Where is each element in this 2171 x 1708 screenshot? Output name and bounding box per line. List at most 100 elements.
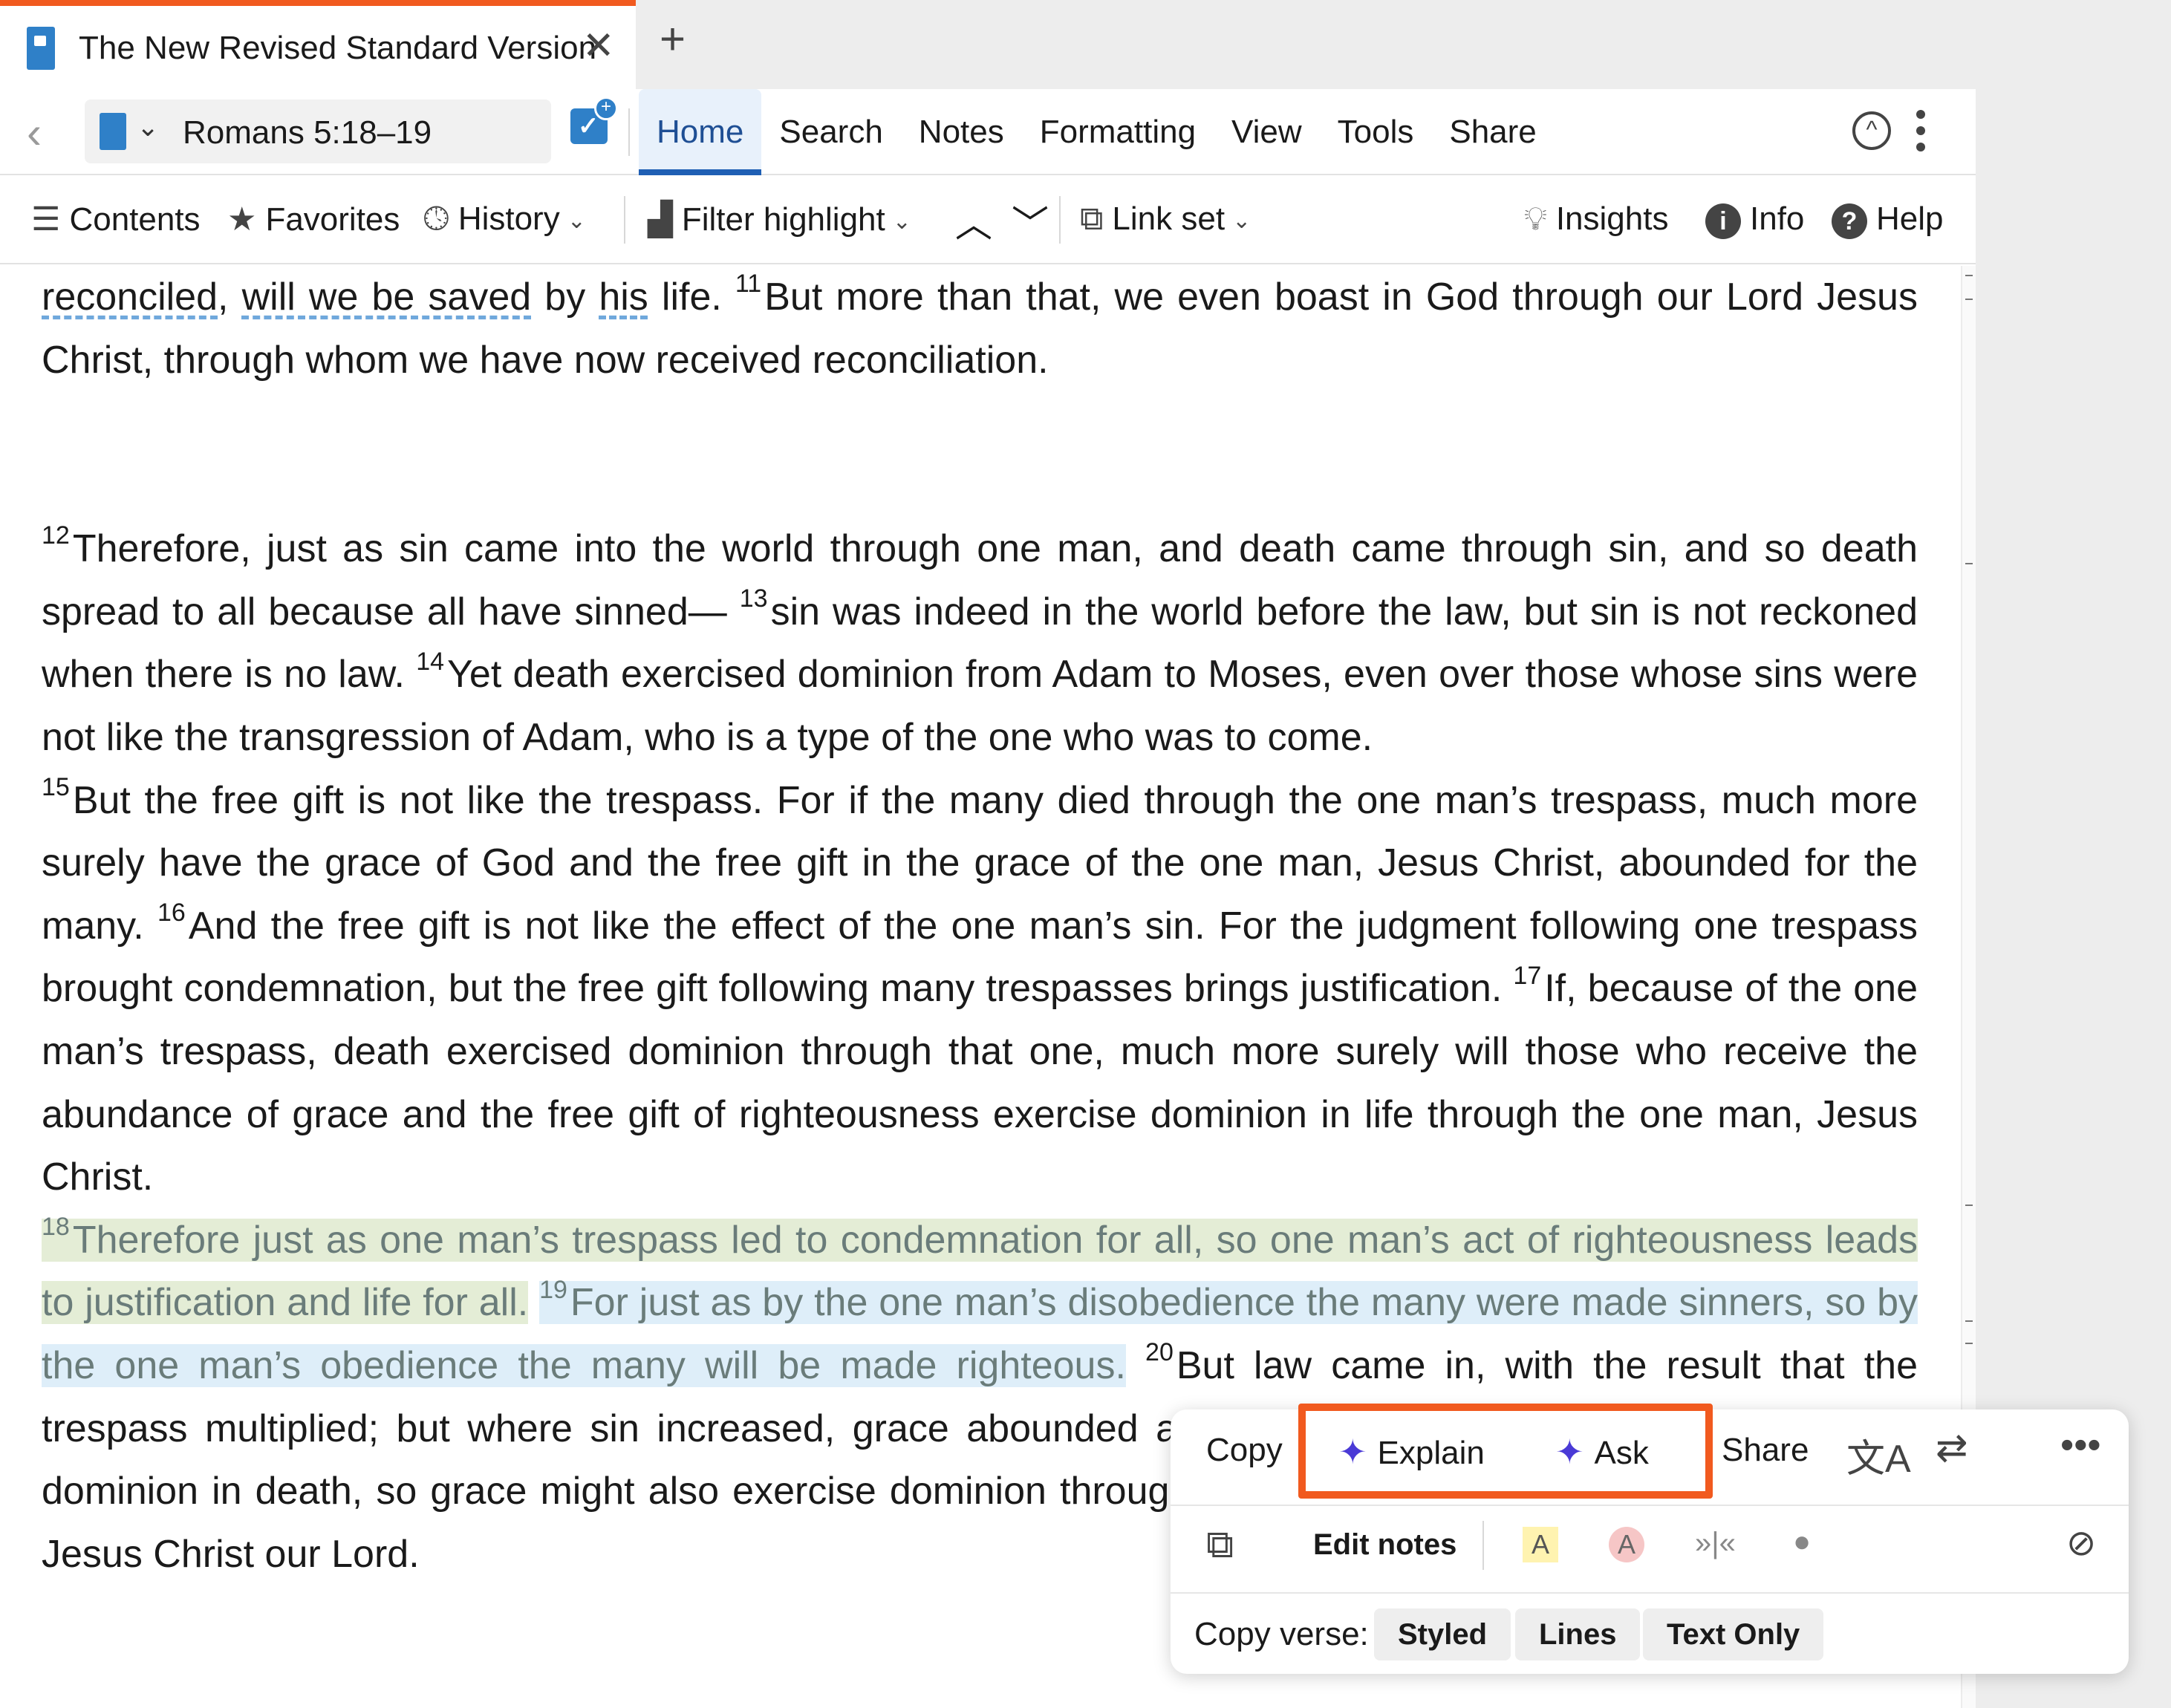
filter-highlight-button[interactable]: ▟ Filter highlight ⌄ (648, 201, 911, 238)
verse-number-15[interactable]: 15 (42, 773, 70, 801)
indent-icon[interactable]: »|« (1695, 1527, 1736, 1560)
word[interactable]: reconciled (42, 276, 218, 319)
divider (1171, 1505, 2129, 1506)
link-icon: ⧉ (1080, 201, 1104, 237)
clear-formatting-icon[interactable]: ⊘ (2066, 1522, 2096, 1564)
more-horizontal-icon[interactable]: ••• (2060, 1423, 2101, 1467)
translate-icon[interactable]: 文A (1846, 1427, 1911, 1483)
copy-stack-icon[interactable]: ⧉ (1206, 1522, 1234, 1568)
divider (1059, 196, 1061, 244)
info-button[interactable]: i Info (1705, 201, 1804, 239)
scroll-marker (1965, 1320, 1973, 1322)
favorites-button[interactable]: ★ Favorites (227, 201, 400, 238)
link-set-button[interactable]: ⧉ Link set ⌄ (1080, 201, 1251, 238)
contents-label: Contents (69, 201, 201, 238)
word[interactable]: his (599, 276, 648, 319)
next-highlight-icon[interactable]: ﹀ (1012, 195, 1049, 248)
link-set-label: Link set (1112, 201, 1226, 237)
verse-number-11[interactable]: 11 (735, 270, 761, 298)
verse-number-19[interactable]: 19 (539, 1276, 567, 1304)
more-vertical-icon[interactable] (1916, 110, 1927, 159)
help-label: Help (1876, 201, 1944, 237)
help-button[interactable]: ? Help (1832, 201, 1944, 239)
verse-number-18[interactable]: 18 (42, 1213, 70, 1241)
reference-box[interactable]: ⌄ Romans 5:18–19 (85, 100, 551, 163)
back-chevron-icon[interactable]: ‹ (27, 107, 42, 158)
collapse-icon[interactable]: ^ (1852, 111, 1891, 150)
verse-number-14[interactable]: 14 (416, 648, 444, 676)
menu-view[interactable]: View (1214, 89, 1320, 175)
highlight-yellow-icon[interactable]: A (1523, 1527, 1558, 1562)
person-icon[interactable]: ● (1793, 1525, 1811, 1559)
chevron-down-icon: ⌄ (1232, 208, 1252, 233)
contents-button[interactable]: ☰ Contents (31, 201, 201, 238)
menu-bar: Home Search Notes Formatting View Tools … (639, 89, 1555, 175)
reading-plan-icon[interactable] (570, 97, 618, 144)
copy-text-only-button[interactable]: Text Only (1643, 1608, 1824, 1660)
filter-highlight-label: Filter highlight (681, 201, 885, 238)
history-button[interactable]: 🕓︎ History ⌄ (423, 201, 586, 238)
popup-actions-row: Copy ✦ Explain ✦ Ask Share 文A ⇄ ••• (1171, 1404, 2129, 1499)
scroll-marker (1965, 299, 1973, 300)
divider (628, 108, 630, 156)
verse-number-20[interactable]: 20 (1145, 1338, 1174, 1366)
word[interactable]: will we be saved (242, 276, 532, 319)
share-button[interactable]: Share (1722, 1432, 1809, 1469)
divider (624, 196, 625, 244)
close-tab-icon[interactable]: ✕ (582, 24, 615, 68)
new-tab-icon[interactable]: + (660, 13, 686, 65)
menu-formatting[interactable]: Formatting (1022, 89, 1214, 175)
info-icon: i (1705, 203, 1741, 239)
tab-strip: The New Revised Standard Version ✕ + (0, 0, 2171, 89)
verses-15-17-paragraph: 15But the free gift is not like the tres… (42, 769, 1918, 1209)
history-label: History (458, 201, 560, 237)
insights-label: Insights (1555, 201, 1669, 237)
copy-lines-button[interactable]: Lines (1515, 1608, 1641, 1660)
copy-styled-button[interactable]: Styled (1374, 1608, 1511, 1660)
chevron-down-icon[interactable]: ⌄ (137, 111, 159, 143)
bible-book-icon (27, 27, 55, 70)
secondary-toolbar: ☰ Contents ★ Favorites 🕓︎ History ⌄ ▟ Filter … (0, 175, 1976, 264)
divider (1171, 1592, 2129, 1594)
verse-11-paragraph: reconciled, will we be saved by his life… (42, 266, 1918, 391)
menu-tools[interactable]: Tools (1320, 89, 1432, 175)
verse-number-12[interactable]: 12 (42, 521, 70, 550)
resource-book-icon[interactable] (100, 113, 126, 150)
text: by (531, 276, 599, 319)
annotation-highlight-box (1298, 1404, 1713, 1499)
divider (1482, 1521, 1484, 1570)
copy-verse-label: Copy verse: (1194, 1616, 1369, 1652)
swap-icon[interactable]: ⇄ (1936, 1426, 1968, 1470)
favorites-label: Favorites (265, 201, 400, 238)
verses-12-14-paragraph: 12Therefore, just as sin came into the w… (42, 518, 1918, 769)
copy-button[interactable]: Copy (1206, 1432, 1283, 1469)
menu-notes[interactable]: Notes (901, 89, 1022, 175)
highlight-red-icon[interactable]: A (1609, 1527, 1644, 1562)
clock-icon: 🕓︎ (423, 201, 449, 237)
verse-number-16[interactable]: 16 (157, 899, 186, 927)
menu-share[interactable]: Share (1431, 89, 1554, 175)
scroll-marker (1965, 1205, 1973, 1206)
menu-home[interactable]: Home (639, 89, 762, 175)
verse-number-13[interactable]: 13 (740, 584, 768, 613)
edit-notes-button[interactable]: Edit notes (1313, 1528, 1456, 1562)
scroll-marker (1965, 563, 1973, 564)
scroll-marker (1965, 1343, 1973, 1344)
previous-highlight-icon[interactable]: ︿ (955, 195, 992, 248)
scroll-marker (1965, 275, 1973, 276)
bible-text[interactable]: reconciled, will we be saved by his life… (42, 266, 1918, 1585)
info-label: Info (1750, 201, 1805, 237)
star-icon: ★ (227, 201, 257, 238)
verse-number-17[interactable]: 17 (1513, 962, 1541, 990)
main-toolbar: ‹ ⌄ Romans 5:18–19 Home Search Notes For… (0, 89, 1976, 175)
reference-input[interactable]: Romans 5:18–19 (183, 114, 432, 151)
document-tab[interactable]: The New Revised Standard Version ✕ (0, 0, 636, 89)
menu-search[interactable]: Search (761, 89, 900, 175)
help-icon: ? (1832, 203, 1867, 239)
lightbulb-icon: 💡︎ (1524, 201, 1547, 237)
tab-title: The New Revised Standard Version (79, 30, 597, 66)
insights-button[interactable]: 💡︎ Insights (1524, 201, 1668, 238)
list-icon: ☰ (31, 201, 61, 238)
selection-popup: Copy ✦ Explain ✦ Ask Share 文A ⇄ ••• ⧉ Edit… (1171, 1404, 2129, 1674)
